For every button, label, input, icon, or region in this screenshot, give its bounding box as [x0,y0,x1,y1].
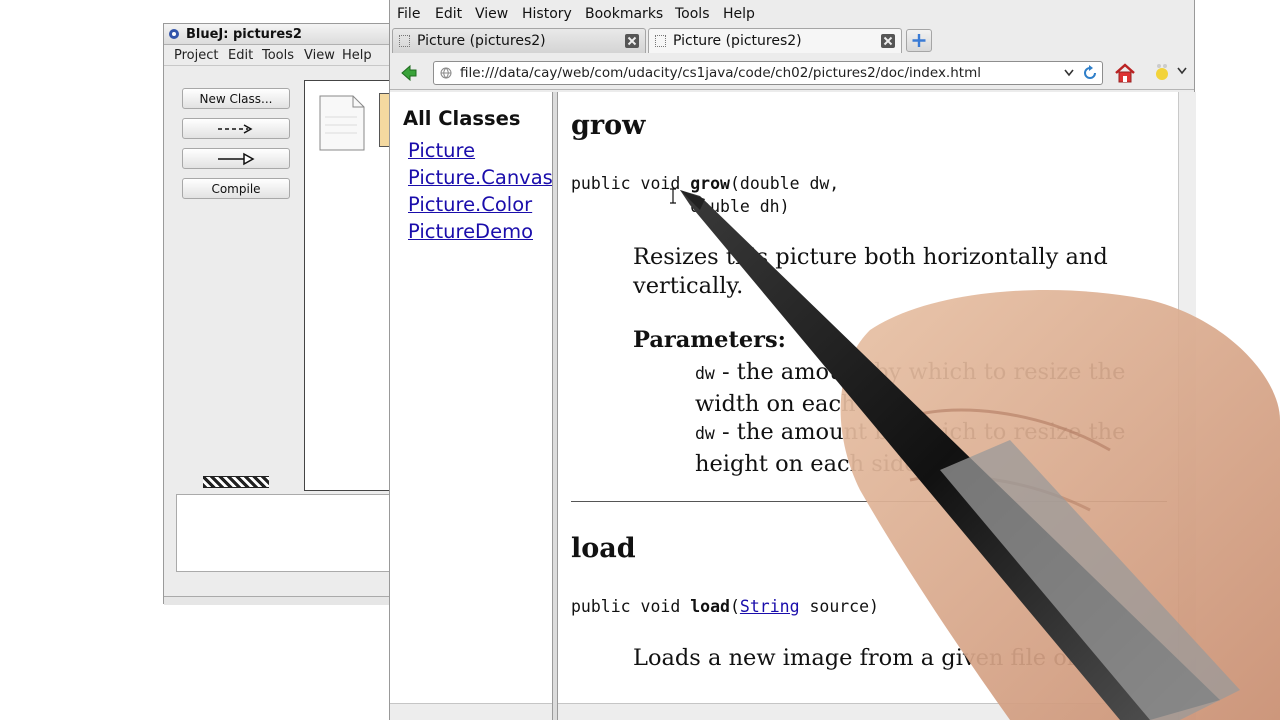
tab-label: Picture (pictures2) [417,33,546,49]
back-arrow-icon[interactable] [400,64,418,82]
menu-bookmarks[interactable]: Bookmarks [585,2,663,26]
readme-document-icon[interactable] [319,95,365,151]
class-link-picture-color[interactable]: Picture.Color [408,193,532,216]
bluej-logo-icon [169,29,179,39]
solid-arrow-button[interactable] [182,148,290,169]
text-cursor-icon [670,188,676,204]
class-link-picturedemo[interactable]: PictureDemo [408,220,533,243]
param-name: dw [695,424,715,443]
bluej-window: BlueJ: pictures2 Project Edit Tools View… [163,23,393,605]
bluej-menu-view[interactable]: View [304,46,335,66]
bluej-object-bench[interactable] [176,494,392,572]
tab-picture-2[interactable]: Picture (pictures2) [648,28,902,53]
bluej-menu-edit[interactable]: Edit [228,46,253,66]
url-text[interactable]: file:///data/cay/web/com/udacity/cs1java… [460,62,981,84]
class-link-picture-canvas[interactable]: Picture.Canvas [408,166,553,189]
method-signature-grow-line2: double dh) [571,197,790,216]
param-text: - the amount by which to resize the heig… [695,419,1126,477]
horizontal-scrollbar[interactable] [390,703,552,720]
dashed-arrow-button[interactable] [182,118,290,139]
tab-picture-1[interactable]: Picture (pictures2) [392,28,646,53]
menu-view[interactable]: View [475,2,508,26]
navigation-toolbar: file:///data/cay/web/com/udacity/cs1java… [390,56,1194,90]
class-diagram-canvas[interactable] [304,80,393,491]
menu-help[interactable]: Help [723,2,755,26]
class-link-picture[interactable]: Picture [408,139,475,162]
tab-bar: Picture (pictures2) Picture (pictures2) [390,28,1194,54]
page-icon [655,35,666,47]
extension-icon[interactable] [1154,62,1170,82]
method-description-grow: Resizes this picture both horizontally a… [633,244,1108,299]
parameters-heading: Parameters: [633,327,786,353]
menu-history[interactable]: History [522,2,572,26]
parameter-dw: dw - the amount by which to resize the w… [695,357,1185,419]
sig-prefix: public void [571,597,691,616]
url-bar[interactable]: file:///data/cay/web/com/udacity/cs1java… [433,61,1103,85]
progress-hatch-indicator [203,476,269,488]
globe-icon [440,67,452,79]
reload-icon[interactable] [1082,65,1098,81]
page-icon [399,35,410,47]
compile-button[interactable]: Compile [182,178,290,199]
horizontal-scrollbar[interactable] [558,703,1178,720]
param-name: dw [695,364,715,383]
plus-icon [912,34,926,47]
method-signature-load: public void load(String source) [571,597,879,616]
method-description-load: Loads a new image from a given file or U… [633,645,1143,671]
method-signature-grow: public void grow(double dw, [571,174,839,193]
section-divider [571,501,1167,502]
browser-window: File Edit View History Bookmarks Tools H… [389,0,1196,720]
param-text: - the amount by which to resize the widt… [695,359,1126,417]
method-heading-load: load [571,533,636,564]
parameter-dh: dw - the amount by which to resize the h… [695,417,1185,479]
menu-file[interactable]: File [397,2,420,26]
bluej-menu-tools[interactable]: Tools [262,46,294,66]
chevron-down-icon[interactable] [1064,69,1074,77]
inheritance-arrow-icon [218,152,255,166]
method-detail-frame[interactable]: grow public void grow(double dw, double … [558,92,1196,720]
menu-edit[interactable]: Edit [435,2,462,26]
chevron-down-icon[interactable] [1177,67,1187,75]
all-classes-heading: All Classes [403,107,521,130]
sig-open-paren: ( [729,597,740,616]
bluej-title: BlueJ: pictures2 [186,27,302,42]
sig-params-line1: (double dw, [729,174,840,193]
bluej-status-bar [164,596,390,605]
close-tab-icon[interactable] [881,34,895,48]
sig-method-name: load [690,597,730,616]
bluej-title-bar[interactable]: BlueJ: pictures2 [164,24,390,45]
browser-menubar: File Edit View History Bookmarks Tools H… [390,2,1194,26]
method-heading-grow: grow [571,110,646,141]
new-class-button[interactable]: New Class... [182,88,290,109]
close-tab-icon[interactable] [625,34,639,48]
string-type-link[interactable]: String [740,597,800,616]
bluej-menu-help[interactable]: Help [342,46,372,66]
tab-label: Picture (pictures2) [673,33,802,49]
dashed-arrow-icon [218,124,253,134]
sig-method-name: grow [690,174,730,193]
bluej-menubar: Project Edit Tools View Help [164,46,390,66]
menu-tools[interactable]: Tools [675,2,710,26]
new-tab-button[interactable] [906,29,932,52]
class-list-frame[interactable]: All Classes Picture Picture.Canvas Pictu… [390,92,553,720]
home-icon[interactable] [1114,62,1136,84]
vertical-scrollbar[interactable] [1178,92,1196,720]
bluej-menu-project[interactable]: Project [174,46,218,66]
sig-rest: source) [799,597,879,616]
